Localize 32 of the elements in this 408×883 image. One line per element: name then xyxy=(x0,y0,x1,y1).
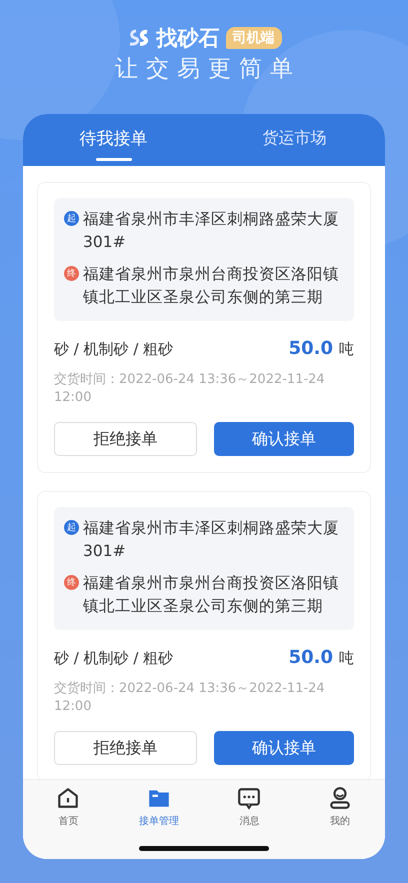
tonnage: 50.0 xyxy=(288,647,333,668)
chat-bubble-icon xyxy=(237,786,262,810)
house-icon xyxy=(56,786,80,810)
destination-badge: 终 xyxy=(64,575,79,590)
material-type: 砂 / 机制砂 / 粗砂 xyxy=(54,649,174,668)
destination-badge: 终 xyxy=(64,266,79,281)
reject-button[interactable]: 拒绝接单 xyxy=(54,731,196,765)
unit-label: 吨 xyxy=(339,340,354,358)
nav-item[interactable]: 首页 xyxy=(23,786,114,828)
accept-button[interactable]: 确认接单 xyxy=(214,731,354,765)
destination-address: 福建省泉州市泉州台商投资区洛阳镇镇北工业区圣泉公司东侧的第三期 xyxy=(83,573,340,617)
tab[interactable]: 货运市场 xyxy=(204,114,385,166)
accept-button[interactable]: 确认接单 xyxy=(214,422,354,456)
reject-button[interactable]: 拒绝接单 xyxy=(54,422,196,456)
destination-address: 福建省泉州市泉州台商投资区洛阳镇镇北工业区圣泉公司东侧的第三期 xyxy=(83,264,340,308)
tab[interactable]: 待我接单 xyxy=(23,114,204,166)
tonnage: 50.0 xyxy=(288,338,333,359)
user-icon xyxy=(328,786,352,810)
brand-name: 找砂石 xyxy=(156,25,220,52)
nav-item[interactable]: 接单管理 xyxy=(114,786,204,828)
nav-item[interactable]: 我的 xyxy=(294,786,385,828)
unit-label: 吨 xyxy=(339,649,354,667)
material-type: 砂 / 机制砂 / 粗砂 xyxy=(54,340,174,359)
origin-address: 福建省泉州市丰泽区刺桐路盛荣大厦301# xyxy=(83,518,340,562)
role-badge: 司机端 xyxy=(226,27,282,49)
origin-address: 福建省泉州市丰泽区刺桐路盛荣大厦301# xyxy=(83,209,340,253)
origin-badge: 起 xyxy=(64,520,79,535)
delivery-time: 交货时间：2022-06-24 13:36～2022-11-24 12:00 xyxy=(54,371,326,407)
delivery-time: 交货时间：2022-06-24 13:36～2022-11-24 12:00 xyxy=(54,680,326,716)
slogan: 让交易更简单 xyxy=(114,55,301,84)
origin-badge: 起 xyxy=(64,211,79,226)
nav-item[interactable]: 消息 xyxy=(204,786,294,828)
